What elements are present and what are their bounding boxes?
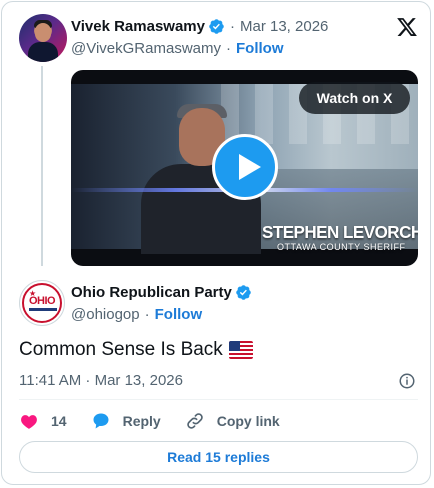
follow-separator: · bbox=[144, 305, 150, 323]
thread-line bbox=[41, 66, 43, 266]
read-replies-button[interactable]: Read 15 replies bbox=[19, 441, 418, 473]
copy-link-button[interactable]: Copy link bbox=[185, 411, 280, 431]
header-separator: · bbox=[229, 17, 235, 35]
reply-button[interactable]: Reply bbox=[91, 411, 161, 431]
action-bar: 14 Reply Copy link bbox=[19, 410, 304, 432]
main-tweet-header: Ohio Republican Party bbox=[71, 282, 252, 302]
reply-bubble-icon bbox=[93, 413, 109, 429]
follow-vivek-button[interactable]: Follow bbox=[236, 40, 284, 57]
verified-badge-icon bbox=[236, 284, 251, 300]
avatar-logo-text: OHIO bbox=[29, 295, 56, 307]
heart-icon bbox=[21, 415, 37, 429]
x-logo-icon[interactable] bbox=[396, 16, 418, 38]
lower-third-name: STEPHEN LEVORCHICK bbox=[262, 222, 418, 243]
follow-ohiogop-button[interactable]: Follow bbox=[155, 306, 203, 323]
tweet-text: Common Sense Is Back bbox=[19, 339, 223, 360]
avatar-logo-bar bbox=[29, 308, 57, 311]
play-icon[interactable] bbox=[212, 134, 278, 200]
link-icon bbox=[186, 413, 203, 429]
follow-separator: · bbox=[226, 39, 231, 57]
tweet-timestamp[interactable]: 11:41 AM · Mar 13, 2026 bbox=[19, 372, 183, 389]
main-author-name[interactable]: Ohio Republican Party bbox=[71, 284, 232, 301]
top-tweet-header: Vivek Ramaswamy · Mar 13, 2026 bbox=[71, 16, 328, 36]
copy-link-label: Copy link bbox=[216, 413, 280, 429]
vivek-avatar[interactable] bbox=[19, 14, 67, 62]
divider bbox=[19, 399, 418, 400]
avatar-face bbox=[35, 23, 51, 42]
lower-third-title: OTTAWA COUNTY SHERIFF bbox=[277, 242, 406, 252]
like-count: 14 bbox=[51, 413, 67, 429]
tweet-body: Common Sense Is Back bbox=[19, 339, 253, 361]
main-author-handle[interactable]: @ohiogop bbox=[71, 306, 140, 323]
avatar-suit bbox=[28, 42, 58, 62]
reply-label: Reply bbox=[122, 413, 161, 429]
top-author-handle[interactable]: @VivekGRamaswamy bbox=[71, 40, 221, 57]
verified-badge-icon bbox=[209, 18, 224, 34]
main-handle-row: @ohiogop · Follow bbox=[71, 304, 202, 324]
like-button[interactable]: 14 bbox=[19, 411, 67, 431]
top-handle-row: @VivekGRamaswamy · Follow bbox=[71, 38, 284, 58]
ohio-gop-avatar[interactable]: ★ OHIO bbox=[19, 280, 65, 326]
watch-on-x-button[interactable]: Watch on X bbox=[299, 82, 410, 114]
top-author-name[interactable]: Vivek Ramaswamy bbox=[71, 18, 205, 35]
us-flag-icon bbox=[228, 341, 253, 359]
top-tweet-date[interactable]: Mar 13, 2026 bbox=[240, 18, 328, 35]
video-player[interactable]: STEPHEN LEVORCHICK OTTAWA COUNTY SHERIFF… bbox=[71, 70, 418, 266]
info-icon[interactable] bbox=[398, 372, 416, 390]
embedded-tweet-card: Vivek Ramaswamy · Mar 13, 2026 @VivekGRa… bbox=[1, 1, 431, 485]
